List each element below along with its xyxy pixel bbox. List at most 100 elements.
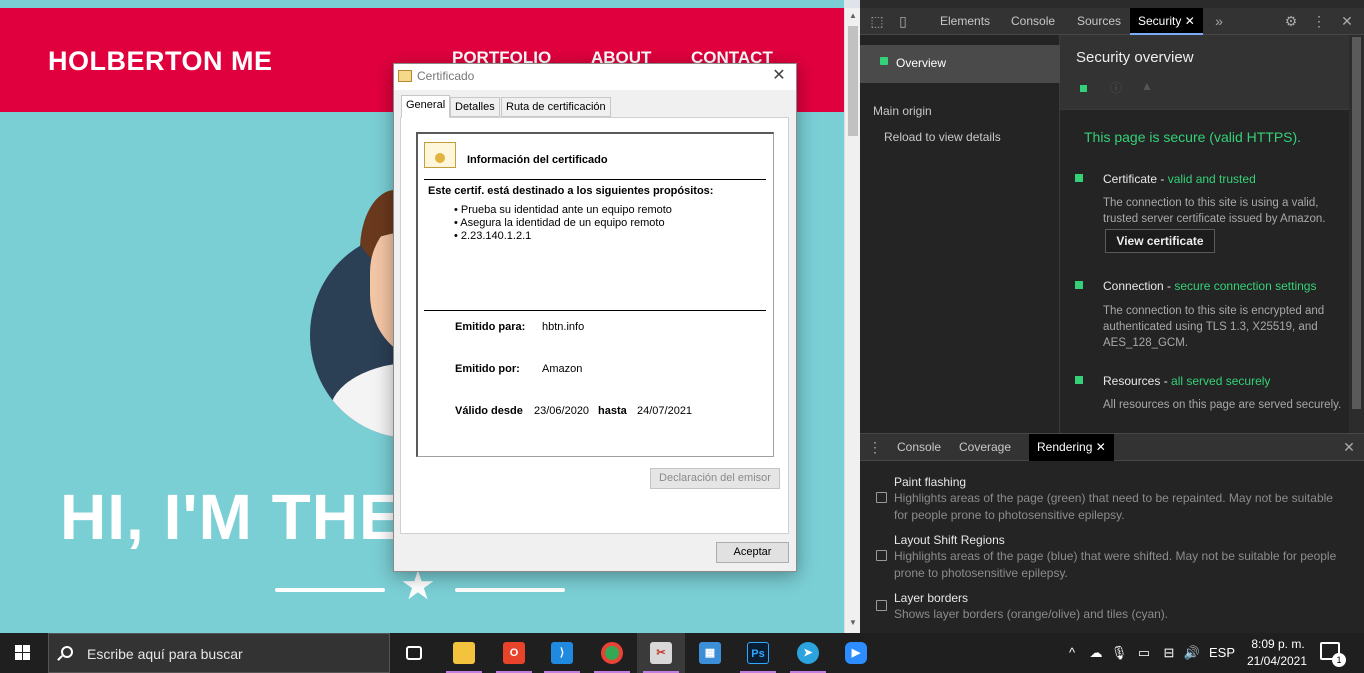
- warning-icon: ▲: [1141, 79, 1153, 93]
- taskbar-app-zoom[interactable]: ▶: [832, 633, 880, 673]
- security-scrollbar[interactable]: [1349, 35, 1364, 433]
- paint-flashing-checkbox[interactable]: [876, 492, 887, 503]
- control-panel-icon: ▦: [699, 642, 721, 664]
- chrome-icon: [601, 642, 623, 664]
- divider: [424, 179, 766, 180]
- kebab-menu-icon[interactable]: ⋮: [1310, 8, 1328, 35]
- taskbar-app-photoshop[interactable]: Ps: [734, 633, 782, 673]
- sidebar-main-origin: Main origin: [873, 104, 932, 118]
- scrollbar-thumb[interactable]: [848, 26, 858, 136]
- sidebar-item-label: Overview: [896, 56, 947, 70]
- vscode-icon: ⟩: [551, 642, 573, 664]
- certificate-info-title: Información del certificado: [467, 154, 608, 166]
- task-view-button[interactable]: [390, 633, 438, 673]
- status-bullet: [1075, 281, 1083, 289]
- search-icon: [61, 646, 73, 658]
- resources-description: All resources on this page are served se…: [1103, 399, 1342, 411]
- cloud-icon[interactable]: ☁: [1086, 633, 1106, 673]
- taskbar-search-input[interactable]: Escribe aquí para buscar: [48, 633, 390, 673]
- status-bullet: [1075, 376, 1083, 384]
- certificate-status: valid and trusted: [1167, 172, 1256, 186]
- kebab-menu-icon[interactable]: ⋮: [868, 434, 882, 461]
- security-sidebar: Overview Main origin Reload to view deta…: [860, 35, 1060, 433]
- more-tabs-icon[interactable]: »: [1210, 8, 1228, 35]
- taskbar-app-snipping-tool[interactable]: ✂: [637, 633, 685, 673]
- connection-description: The connection to this site is encrypted…: [1103, 305, 1325, 349]
- tab-sources[interactable]: Sources: [1077, 8, 1121, 35]
- rendering-option-desc: Highlights areas of the page (green) tha…: [894, 491, 1333, 522]
- connection-label: Connection -: [1103, 279, 1175, 293]
- clock-date[interactable]: 21/04/2021: [1244, 654, 1310, 668]
- certificate-icon: [398, 70, 412, 82]
- certificate-info-box: Información del certificado Este certif.…: [416, 132, 774, 457]
- devtools-toolbar: ⬚ ▯ Elements Console Sources Security ✕ …: [860, 8, 1364, 35]
- clock-time[interactable]: 8:09 p. m.: [1248, 637, 1308, 651]
- resources-heading: Resources - all served securely: [1103, 374, 1270, 388]
- lock-icon: [1080, 85, 1087, 92]
- hero-divider-left: [275, 588, 385, 592]
- microphone-icon[interactable]: 🎙: [1110, 633, 1128, 673]
- valid-to-value: 24/07/2021: [637, 405, 693, 417]
- general-tab-panel: Información del certificado Este certif.…: [400, 117, 789, 534]
- taskbar-app-file-explorer[interactable]: [440, 633, 488, 673]
- sidebar-reload[interactable]: Reload to view details: [884, 130, 1001, 144]
- sidebar-item-overview[interactable]: Overview: [860, 45, 1060, 83]
- device-toggle-icon[interactable]: ▯: [894, 8, 912, 35]
- certificate-description: The connection to this site is using a v…: [1103, 197, 1326, 225]
- chevron-up-icon[interactable]: ^: [1062, 633, 1082, 673]
- rendering-option-title: Paint flashing: [894, 475, 967, 489]
- scrollbar-thumb[interactable]: [1352, 37, 1361, 409]
- accept-button[interactable]: Aceptar: [716, 542, 789, 563]
- security-overview: Security overview ⓘ ▲ This page is secur…: [1060, 35, 1349, 433]
- close-icon[interactable]: ✕: [770, 66, 788, 86]
- drawer-tab-coverage[interactable]: Coverage: [959, 434, 1011, 461]
- tab-details[interactable]: Detalles: [450, 97, 500, 117]
- taskbar-app-office[interactable]: O: [490, 633, 538, 673]
- purposes-heading: Este certif. está destinado a los siguie…: [428, 185, 714, 197]
- close-icon[interactable]: ✕: [1185, 14, 1195, 28]
- notification-badge: 1: [1332, 653, 1346, 667]
- tab-general[interactable]: General: [401, 95, 451, 118]
- language-indicator[interactable]: ESP: [1208, 633, 1236, 673]
- layout-shift-checkbox[interactable]: [876, 550, 887, 561]
- battery-icon[interactable]: ▭: [1134, 633, 1154, 673]
- scroll-down-icon[interactable]: ▼: [848, 618, 858, 628]
- view-certificate-button[interactable]: View certificate: [1105, 229, 1215, 253]
- site-scrollbar[interactable]: ▲ ▼: [844, 8, 860, 633]
- tab-console[interactable]: Console: [1011, 8, 1055, 35]
- task-view-icon: [406, 646, 422, 660]
- zoom-icon: ▶: [845, 642, 867, 664]
- devtools-panel: ⬚ ▯ Elements Console Sources Security ✕ …: [860, 8, 1364, 633]
- close-icon[interactable]: ✕: [1338, 8, 1356, 35]
- inspect-element-icon[interactable]: ⬚: [868, 8, 886, 35]
- start-button[interactable]: [0, 633, 46, 673]
- dialog-titlebar[interactable]: Certificado ✕: [394, 64, 796, 90]
- dialog-title: Certificado: [417, 69, 475, 83]
- tab-security[interactable]: Security ✕: [1130, 8, 1203, 35]
- hero-title: HI, I'M THE: [60, 481, 403, 553]
- connection-heading: Connection - secure connection settings: [1103, 279, 1316, 293]
- tab-security-label: Security: [1138, 14, 1182, 28]
- valid-from-value: 23/06/2020: [534, 405, 590, 417]
- tab-certification-path[interactable]: Ruta de certificación: [501, 97, 611, 117]
- taskbar-app-control-panel[interactable]: ▦: [686, 633, 734, 673]
- gear-icon[interactable]: ⚙: [1282, 8, 1300, 35]
- issuer-statement-button[interactable]: Declaración del emisor: [650, 468, 780, 489]
- taskbar-app-chrome[interactable]: [588, 633, 636, 673]
- valid-to-label: hasta: [598, 405, 627, 417]
- close-drawer-icon[interactable]: ✕: [1340, 434, 1358, 461]
- drawer-tab-rendering-label: Rendering: [1037, 440, 1093, 454]
- layer-borders-checkbox[interactable]: [876, 600, 887, 611]
- scissors-icon: ✂: [650, 642, 672, 664]
- drawer-tab-console[interactable]: Console: [897, 434, 941, 461]
- scroll-up-icon[interactable]: ▲: [848, 11, 858, 21]
- volume-icon[interactable]: 🔊: [1182, 633, 1202, 673]
- issued-by-label: Emitido por:: [455, 363, 520, 375]
- close-icon[interactable]: ✕: [1096, 440, 1106, 454]
- network-icon[interactable]: ⊟: [1158, 633, 1180, 673]
- tab-elements[interactable]: Elements: [940, 8, 990, 35]
- taskbar-app-telegram[interactable]: ➤: [784, 633, 832, 673]
- drawer-tab-rendering[interactable]: Rendering ✕: [1029, 434, 1114, 461]
- site-brand[interactable]: HOLBERTON ME: [48, 46, 273, 77]
- taskbar-app-vscode[interactable]: ⟩: [538, 633, 586, 673]
